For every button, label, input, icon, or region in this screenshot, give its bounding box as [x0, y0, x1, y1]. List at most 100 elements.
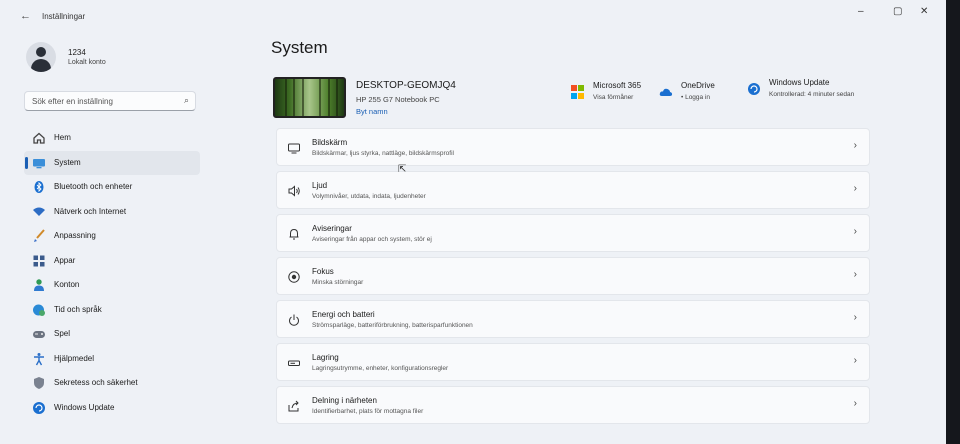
sidebar-item-label: Konton [54, 280, 80, 289]
card-title: Bildskärm [312, 138, 348, 147]
monitor-icon [32, 156, 46, 170]
sidebar-item-label: Tid och språk [54, 304, 102, 314]
tile-title: Windows Update [769, 78, 830, 87]
sidebar-item-hem[interactable]: Hem [24, 126, 200, 151]
card-subtitle: Lagringsutrymme, enheter, konfigurations… [312, 365, 449, 372]
search-icon[interactable]: ⌕ [184, 95, 189, 106]
onedrive-cloud-icon [659, 85, 673, 99]
chevron-right-icon: › [853, 183, 857, 194]
active-indicator [25, 156, 28, 169]
rename-link[interactable]: Byt namn [356, 107, 388, 116]
microsoft-365-icon [571, 85, 585, 99]
storage-icon [287, 356, 301, 370]
chevron-right-icon: › [853, 355, 857, 366]
tile-subtitle: Kontrollerad: 4 minuter sedan [769, 91, 855, 98]
device-name: DESKTOP-GEOMJQ4 [356, 80, 456, 91]
sidebar-item-label: Windows Update [54, 402, 115, 412]
sidebar-item-label: Hem [54, 133, 71, 142]
sidebar-item-label: Hjälpmedel [54, 353, 95, 363]
card-lagring[interactable]: Lagring Lagringsutrymme, enheter, konfig… [276, 343, 870, 381]
sidebar-item-label: Spel [54, 329, 71, 338]
update-icon [32, 401, 46, 415]
chevron-right-icon: › [853, 269, 857, 280]
avatar [26, 42, 56, 72]
wallpaper-thumbnail [273, 77, 346, 118]
card-title: Aviseringar [312, 224, 352, 233]
card-energi-och-batteri[interactable]: Energi och batteri Strömsparläge, batter… [276, 300, 870, 338]
gamepad-icon [32, 327, 46, 341]
bluetooth-icon [32, 180, 46, 194]
tile-title: OneDrive [681, 81, 715, 90]
shield-icon [32, 376, 46, 390]
tile-title: Microsoft 365 [593, 81, 642, 90]
sidebar-item-tid-och-sprak[interactable]: Tid och språk [24, 298, 200, 323]
card-subtitle: Aviseringar från appar och system, stör … [312, 236, 432, 243]
mouse-cursor-icon: ⇱ [398, 164, 407, 175]
sidebar-item-label: Bluetooth och enheter [54, 182, 133, 191]
sidebar-item-natverk[interactable]: Nätverk och Internet [24, 200, 200, 225]
sidebar-item-system[interactable]: System [24, 150, 200, 175]
sidebar-nav: Hem System Bluetooth och enheter Nätverk… [24, 126, 200, 420]
account-type: Lokalt konto [68, 59, 106, 66]
chevron-right-icon: › [853, 140, 857, 151]
focus-icon [287, 270, 301, 284]
card-subtitle: Bildskärmar, ljus styrka, nattläge, bild… [312, 150, 454, 157]
sidebar-item-label: Anpassning [54, 231, 96, 240]
sidebar-item-bluetooth[interactable]: Bluetooth och enheter [24, 175, 200, 200]
card-fokus[interactable]: Fokus Minska störningar › [276, 257, 870, 295]
sidebar-item-konton[interactable]: Konton [24, 273, 200, 298]
card-title: Energi och batteri [312, 310, 375, 319]
tile-subtitle: • Logga in [681, 94, 711, 101]
accessibility-icon [32, 352, 46, 366]
sidebar-item-label: System [54, 157, 81, 167]
card-aviseringar[interactable]: Aviseringar Aviseringar från appar och s… [276, 214, 870, 252]
brush-icon [32, 229, 46, 243]
minimize-button[interactable]: – [858, 6, 864, 17]
card-ljud[interactable]: Ljud Volymnivåer, utdata, indata, ljuden… [276, 171, 870, 209]
chevron-right-icon: › [853, 398, 857, 409]
sidebar-item-anpassning[interactable]: Anpassning [24, 224, 200, 249]
card-title: Lagring [312, 353, 339, 362]
back-arrow-icon[interactable]: ← [20, 10, 31, 22]
card-subtitle: Strömsparläge, batteriförbrukning, batte… [312, 322, 473, 329]
card-subtitle: Minska störningar [312, 279, 364, 286]
sidebar-item-label: Sekretess och säkerhet [54, 378, 138, 387]
bell-icon [287, 227, 301, 241]
card-delning-i-narheten[interactable]: Delning i närheten Identifierbarhet, pla… [276, 386, 870, 424]
page-title: System [271, 38, 328, 57]
card-title: Fokus [312, 267, 334, 276]
tile-subtitle: Visa förmåner [593, 94, 634, 101]
close-button[interactable]: ✕ [920, 6, 928, 17]
sidebar-item-spel[interactable]: Spel [24, 322, 200, 347]
speaker-icon [287, 184, 301, 198]
chevron-right-icon: › [853, 312, 857, 323]
sidebar-item-hjalpmedel[interactable]: Hjälpmedel [24, 347, 200, 372]
card-subtitle: Volymnivåer, utdata, indata, ljudenheter [312, 193, 426, 200]
settings-window: ← Inställningar – ▢ ✕ 1234 Lokalt konto … [0, 0, 946, 444]
search-placeholder: Sök efter en inställning [32, 97, 113, 106]
maximize-button[interactable]: ▢ [893, 6, 902, 17]
share-icon [287, 399, 301, 413]
windows-update-icon [747, 82, 761, 96]
wifi-icon [32, 205, 46, 219]
sidebar-item-sekretess[interactable]: Sekretess och säkerhet [24, 371, 200, 396]
sidebar-item-label: Appar [54, 255, 76, 265]
card-subtitle: Identifierbarhet, plats för mottagna fil… [312, 408, 424, 415]
card-title: Ljud [312, 181, 328, 190]
home-icon [32, 131, 46, 145]
chevron-right-icon: › [853, 226, 857, 237]
search-input[interactable]: Sök efter en inställning ⌕ [24, 91, 196, 111]
title-bar: ← Inställningar – ▢ ✕ [0, 6, 946, 28]
power-icon [287, 313, 301, 327]
globe-clock-icon [32, 303, 46, 317]
device-model: HP 255 G7 Notebook PC [356, 95, 440, 104]
card-bildskarm[interactable]: Bildskärm Bildskärmar, ljus styrka, natt… [276, 128, 870, 166]
app-title: Inställningar [42, 12, 86, 21]
screen-bezel [946, 0, 960, 444]
sidebar-item-appar[interactable]: Appar [24, 249, 200, 274]
apps-icon [32, 254, 46, 268]
card-title: Delning i närheten [312, 396, 377, 405]
account-name: 1234 [68, 48, 86, 57]
sidebar-item-windows-update[interactable]: Windows Update [24, 396, 200, 421]
sidebar-item-label: Nätverk och Internet [54, 206, 127, 216]
